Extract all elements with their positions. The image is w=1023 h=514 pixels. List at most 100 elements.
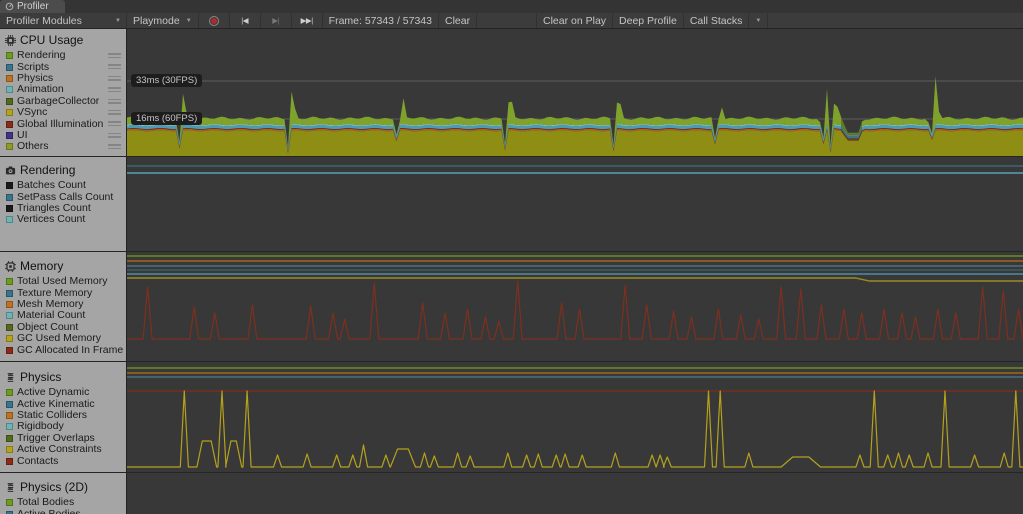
module-physics-2d-header[interactable]: Physics (2D)	[0, 473, 126, 497]
legend-material-count[interactable]: Material Count	[0, 310, 126, 321]
module-rendering-legend: RenderingBatches CountSetPass Calls Coun…	[0, 157, 127, 251]
legend-gc-used-memory[interactable]: GC Used Memory	[0, 333, 126, 344]
modules-area: CPU UsageRenderingScriptsPhysicsAnimatio…	[0, 29, 1023, 514]
legend-label: Total Bodies	[17, 497, 74, 508]
call-stacks-button[interactable]: Call Stacks	[684, 13, 750, 28]
legend-label: Object Count	[17, 322, 78, 333]
legend-label: Active Dynamic	[17, 387, 89, 398]
drag-handle-icon[interactable]	[108, 53, 121, 60]
legend-label: Scripts	[17, 62, 49, 73]
tab-strip: Profiler	[0, 0, 1023, 13]
module-rendering-header[interactable]: Rendering	[0, 157, 126, 180]
legend-total-bodies[interactable]: Total Bodies	[0, 497, 126, 508]
grid-label-33ms-30fps-: 33ms (30FPS)	[131, 74, 202, 87]
module-physics-2d: Physics (2D)Total BodiesActive Bodies	[0, 473, 1023, 514]
drag-handle-icon[interactable]	[108, 144, 121, 151]
color-swatch	[6, 132, 13, 139]
drag-handle-icon[interactable]	[108, 87, 121, 94]
legend-label: SetPass Calls Count	[17, 192, 113, 203]
drag-handle-icon[interactable]	[108, 121, 121, 128]
color-swatch	[6, 412, 13, 419]
color-swatch	[6, 312, 13, 319]
legend-label: GarbageCollector	[17, 96, 99, 107]
current-frame-button[interactable]: ▶▶|	[292, 13, 323, 28]
drag-handle-icon[interactable]	[108, 64, 121, 71]
legend-others[interactable]: Others	[0, 141, 126, 152]
color-swatch	[6, 194, 13, 201]
legend-label: Total Used Memory	[17, 276, 107, 287]
legend-rendering[interactable]: Rendering	[0, 50, 126, 61]
drag-handle-icon[interactable]	[108, 99, 121, 106]
drag-handle-icon[interactable]	[108, 76, 121, 83]
module-cpu-usage: CPU UsageRenderingScriptsPhysicsAnimatio…	[0, 29, 1023, 157]
color-swatch	[6, 216, 13, 223]
tab-title: Profiler	[17, 1, 49, 12]
module-physics-chart[interactable]	[127, 362, 1023, 472]
profiler-modules-dropdown[interactable]: Profiler Modules ▼	[0, 13, 127, 28]
call-stacks-dropdown[interactable]: ▼	[749, 13, 768, 28]
legend-total-used-memory[interactable]: Total Used Memory	[0, 276, 126, 287]
legend-gc-allocated-in-frame[interactable]: GC Allocated In Frame	[0, 344, 126, 355]
module-cpu-usage-chart[interactable]: 33ms (30FPS)16ms (60FPS)	[127, 29, 1023, 156]
drag-handle-icon[interactable]	[108, 110, 121, 117]
clear-button[interactable]: Clear	[439, 13, 477, 28]
tab-profiler[interactable]: Profiler	[0, 0, 65, 13]
drag-handle-icon[interactable]	[108, 133, 121, 140]
playmode-dropdown[interactable]: Playmode ▼	[127, 13, 199, 28]
module-memory-header[interactable]: Memory	[0, 252, 126, 276]
color-swatch	[6, 98, 13, 105]
legend-label: GC Allocated In Frame	[17, 345, 123, 356]
color-swatch	[6, 182, 13, 189]
chip-icon	[5, 261, 16, 272]
module-physics-2d-chart[interactable]	[127, 473, 1023, 514]
color-swatch	[6, 143, 13, 150]
profiler-modules-label: Profiler Modules	[6, 15, 82, 27]
toolbar: Profiler Modules ▼ Playmode ▼ |◀ ▶| ▶▶| …	[0, 13, 1023, 29]
color-swatch	[6, 86, 13, 93]
playmode-label: Playmode	[133, 15, 180, 27]
legend-label: GC Used Memory	[17, 333, 101, 344]
color-swatch	[6, 335, 13, 342]
legend-label: Active Constraints	[17, 444, 102, 455]
deep-profile-button[interactable]: Deep Profile	[613, 13, 684, 28]
legend-rigidbody[interactable]: Rigidbody	[0, 421, 126, 432]
clear-on-play-button[interactable]: Clear on Play	[536, 13, 613, 28]
next-frame-button[interactable]: ▶|	[261, 13, 292, 28]
legend-active-bodies[interactable]: Active Bodies	[0, 508, 126, 514]
color-swatch	[6, 499, 13, 506]
camera-icon	[5, 165, 16, 176]
legend-label: Mesh Memory	[17, 299, 84, 310]
module-cpu-usage-header[interactable]: CPU Usage	[0, 29, 126, 50]
legend-contacts[interactable]: Contacts	[0, 455, 126, 466]
call-stacks-label: Call Stacks	[690, 15, 743, 27]
color-swatch	[6, 511, 13, 514]
legend-label: VSync	[17, 107, 47, 118]
legend-label: Rendering	[17, 50, 65, 61]
color-swatch	[6, 423, 13, 430]
legend-vertices-count[interactable]: Vertices Count	[0, 214, 126, 225]
color-swatch	[6, 205, 13, 212]
color-swatch	[6, 401, 13, 408]
legend-label: Animation	[17, 84, 64, 95]
color-swatch	[6, 435, 13, 442]
module-memory-chart[interactable]	[127, 252, 1023, 361]
legend-batches-count[interactable]: Batches Count	[0, 180, 126, 191]
chevron-down-icon: ▼	[755, 18, 761, 24]
rendering-graph	[127, 157, 1023, 251]
physics-2d-graph	[127, 473, 1023, 514]
legend-active-constraints[interactable]: Active Constraints	[0, 444, 126, 455]
last-frame-icon: ▶▶|	[301, 16, 313, 25]
cpu-icon	[5, 35, 16, 46]
color-swatch	[6, 290, 13, 297]
legend-animation[interactable]: Animation	[0, 84, 126, 95]
module-title: Memory	[20, 259, 63, 273]
module-physics-header[interactable]: Physics	[0, 362, 126, 387]
legend-label: Global Illumination	[17, 119, 103, 130]
legend-vsync[interactable]: VSync	[0, 107, 126, 118]
color-swatch	[6, 121, 13, 128]
module-rendering-chart[interactable]	[127, 157, 1023, 251]
record-button[interactable]	[199, 13, 230, 28]
legend-active-dynamic[interactable]: Active Dynamic	[0, 387, 126, 398]
prev-frame-button[interactable]: |◀	[230, 13, 261, 28]
module-cpu-usage-legend: CPU UsageRenderingScriptsPhysicsAnimatio…	[0, 29, 127, 156]
